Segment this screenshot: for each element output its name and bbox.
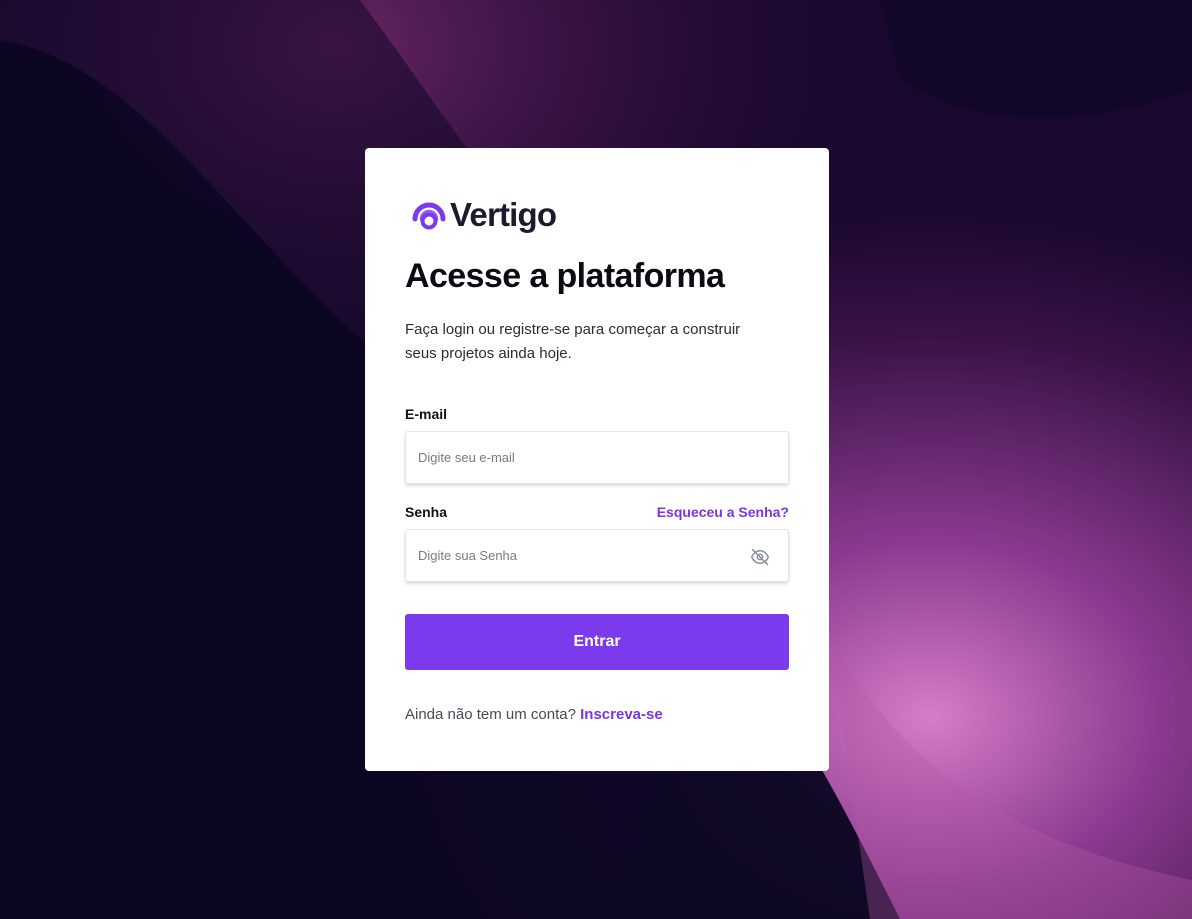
page-subtitle: Faça login ou registre-se para começar a… — [405, 321, 741, 362]
page-title: Acesse a plataforma — [405, 257, 725, 295]
brand-logo: Vertigo — [411, 194, 789, 236]
forgot-password-link[interactable]: Esqueceu a Senha? — [657, 504, 789, 520]
vertigo-logo-icon — [412, 202, 446, 230]
login-button[interactable]: Entrar — [405, 614, 789, 670]
password-input[interactable] — [418, 548, 776, 563]
signup-prompt: Ainda não tem um conta? Inscreva-se — [405, 706, 789, 723]
password-field-box — [405, 529, 789, 582]
email-input[interactable] — [418, 450, 776, 465]
email-label: E-mail — [405, 406, 448, 422]
password-label-row: Senha Esqueceu a Senha? — [405, 504, 789, 520]
signup-prompt-text: Ainda não tem um conta? — [405, 706, 576, 723]
eye-off-icon[interactable] — [750, 547, 770, 567]
password-label: Senha — [405, 504, 448, 520]
brand-name: Vertigo — [450, 196, 557, 233]
signup-link[interactable]: Inscreva-se — [580, 706, 663, 723]
email-field-box — [405, 431, 789, 484]
login-card: Vertigo Acesse a plataforma Faça login o… — [365, 148, 829, 771]
